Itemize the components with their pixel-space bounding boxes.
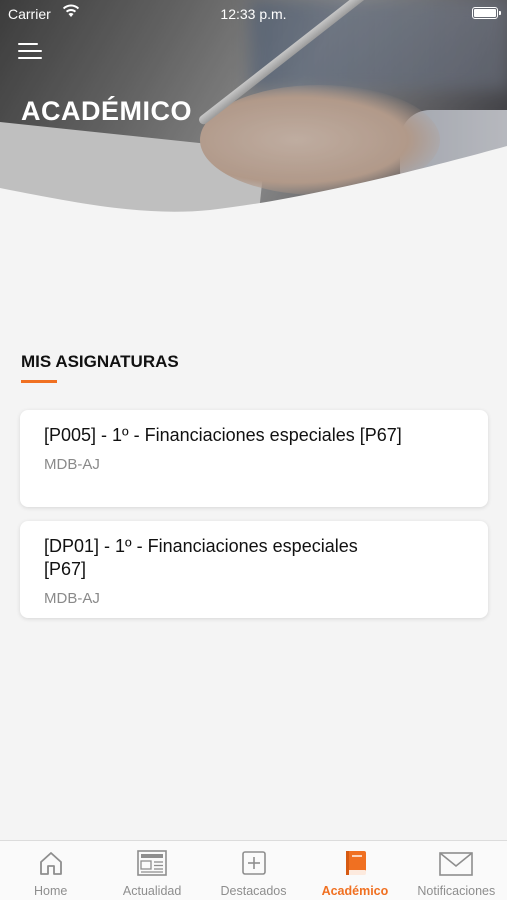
tab-notificaciones[interactable]: Notificaciones <box>406 841 507 900</box>
status-time: 12:33 p.m. <box>220 6 287 22</box>
tab-actualidad[interactable]: Actualidad <box>101 841 202 900</box>
course-code: MDB-AJ <box>44 590 100 607</box>
battery-icon <box>472 7 501 19</box>
envelope-icon <box>439 852 474 876</box>
tab-home-label: Home <box>34 884 68 898</box>
tab-academico-label: Académico <box>321 884 389 898</box>
news-icon <box>137 850 167 876</box>
tab-bar: Home Actualidad Destacados Académico Not… <box>0 840 507 900</box>
tab-home[interactable]: Home <box>0 841 101 900</box>
course-card[interactable]: [DP01] - 1º - Financiaciones especiales … <box>20 521 488 618</box>
page-title: ACADÉMICO <box>21 96 192 126</box>
course-card[interactable]: [P005] - 1º - Financiaciones especiales … <box>20 410 488 507</box>
plus-box-icon <box>241 851 266 875</box>
tab-academico[interactable]: Académico <box>304 841 405 900</box>
status-bar: Carrier 12:33 p.m. <box>0 0 507 28</box>
tab-destacados[interactable]: Destacados <box>203 841 304 900</box>
section-underline <box>21 380 57 383</box>
course-code: MDB-AJ <box>44 456 100 473</box>
home-icon <box>39 852 62 875</box>
tab-notificaciones-label: Notificaciones <box>417 884 496 898</box>
tab-actualidad-label: Actualidad <box>122 884 182 898</box>
book-icon <box>345 851 366 875</box>
section-title: MIS ASIGNATURAS <box>21 352 179 371</box>
course-title: [P005] - 1º - Financiaciones especiales … <box>44 425 402 445</box>
hamburger-menu-icon[interactable] <box>18 40 44 62</box>
course-title: [DP01] - 1º - Financiaciones especiales … <box>44 536 358 579</box>
tab-destacados-label: Destacados <box>220 884 287 898</box>
